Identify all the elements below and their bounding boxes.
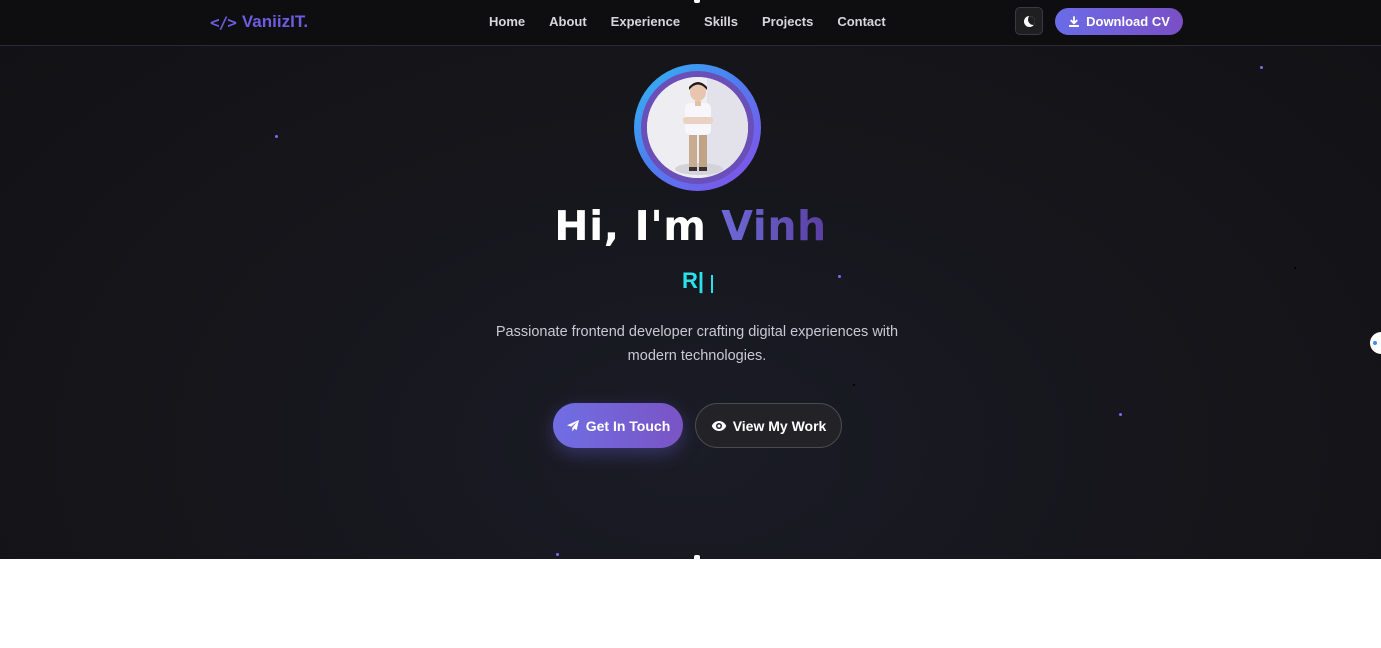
- download-cv-label: Download CV: [1086, 14, 1170, 29]
- download-cv-button[interactable]: Download CV: [1055, 8, 1183, 35]
- nav-link-about[interactable]: About: [549, 14, 587, 30]
- get-in-touch-label: Get In Touch: [585, 417, 671, 434]
- nav-link-contact[interactable]: Contact: [837, 14, 885, 30]
- profile-photo: [647, 77, 748, 178]
- logo[interactable]: </> VaniizIT.: [210, 11, 308, 33]
- theme-toggle-button[interactable]: [1015, 7, 1043, 35]
- nav-link-experience[interactable]: Experience: [611, 14, 680, 30]
- scroll-indicator-top: [694, 0, 700, 3]
- typing-cursor: [711, 275, 714, 293]
- nav-links: Home About Experience Skills Projects Co…: [489, 14, 886, 30]
- get-in-touch-button[interactable]: Get In Touch: [553, 403, 683, 448]
- hero-heading: Hi, I'm Vinh: [0, 202, 1381, 250]
- star-particle: [1294, 267, 1296, 269]
- hero-tagline: Passionate frontend developer crafting d…: [495, 324, 899, 364]
- navbar: </> VaniizIT. Home About Experience Skil…: [0, 0, 1381, 46]
- widget-dot-icon: [1373, 341, 1377, 345]
- avatar: [634, 64, 761, 191]
- code-icon: </>: [210, 12, 237, 32]
- typed-role-text: R|: [682, 268, 705, 293]
- star-particle: [1119, 413, 1122, 416]
- star-particle: [1260, 66, 1263, 69]
- paper-plane-icon: [566, 419, 579, 431]
- star-particle: [275, 135, 278, 138]
- nav-link-skills[interactable]: Skills: [704, 14, 738, 30]
- star-particle: [556, 553, 559, 556]
- view-my-work-button[interactable]: View My Work: [695, 403, 842, 448]
- typed-role: R|: [682, 268, 714, 294]
- logo-text: VaniizIT.: [241, 12, 309, 31]
- scroll-indicator-bottom: [694, 555, 700, 559]
- hero-section: </> VaniizIT. Home About Experience Skil…: [0, 0, 1381, 559]
- hero-name: Vinh: [721, 202, 827, 250]
- nav-link-projects[interactable]: Projects: [762, 14, 813, 30]
- star-particle: [853, 384, 855, 386]
- nav-link-home[interactable]: Home: [489, 14, 525, 30]
- eye-icon: [711, 420, 726, 431]
- view-my-work-label: View My Work: [732, 417, 827, 434]
- hero-greeting: Hi, I'm: [554, 202, 722, 250]
- download-icon: [1069, 15, 1080, 27]
- moon-icon: [1023, 15, 1035, 27]
- star-particle: [838, 275, 841, 278]
